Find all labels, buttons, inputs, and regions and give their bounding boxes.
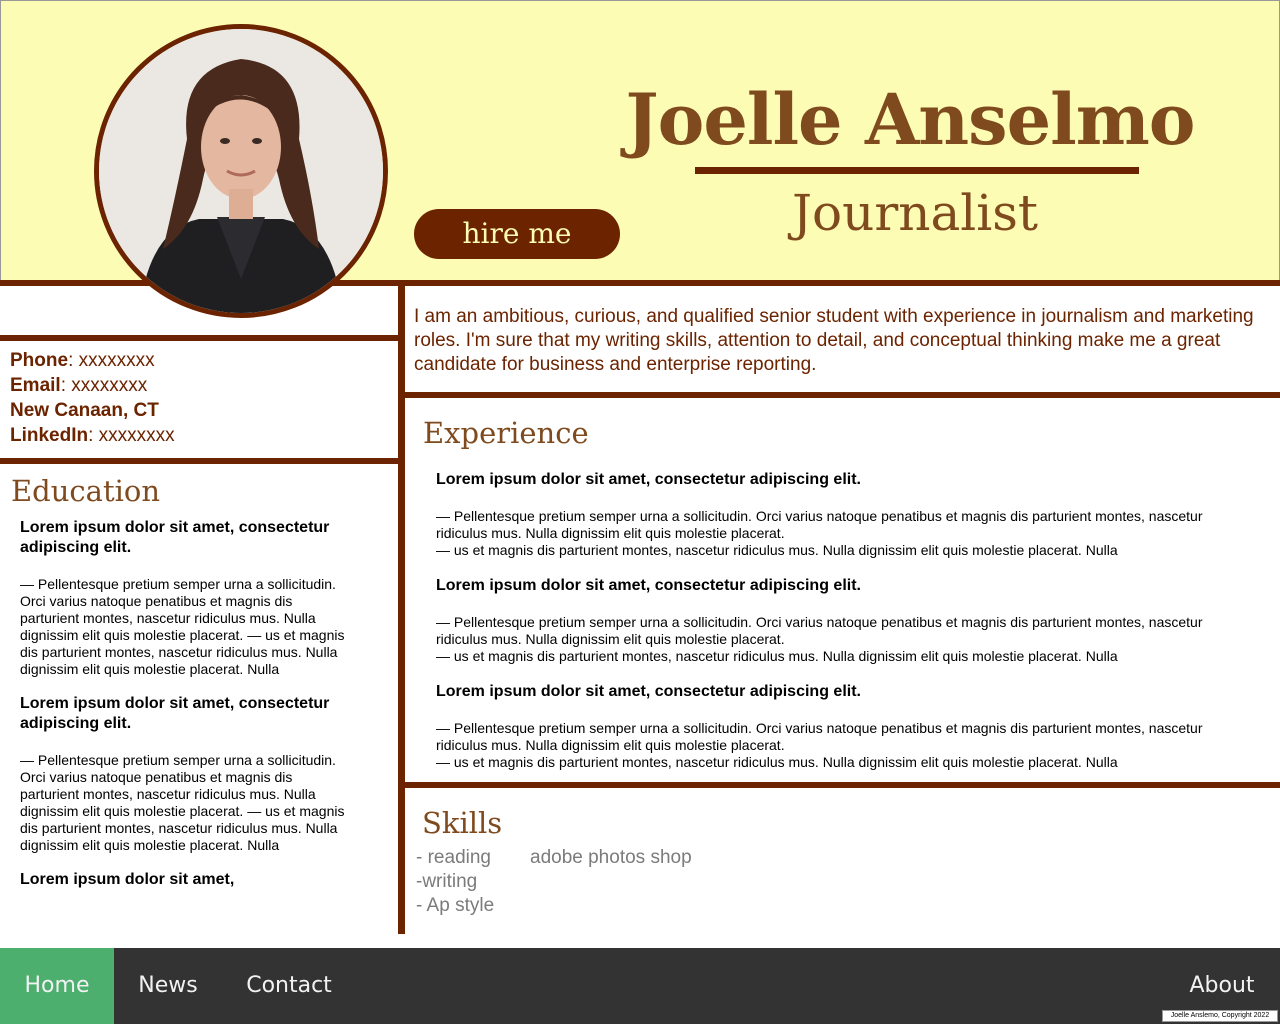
skill-item: - Ap style (416, 895, 495, 916)
email-value: : xxxxxxxx (60, 375, 148, 396)
experience-entry-line: — Pellentesque pretium semper urna a sol… (436, 720, 1203, 753)
experience-entry-title: Lorem ipsum dolor sit amet, consectetur … (436, 471, 861, 488)
divider (0, 335, 400, 341)
education-entry-title: Lorem ipsum dolor sit amet, consectetur … (20, 519, 330, 556)
experience-entry-body: — Pellentesque pretium semper urna a sol… (436, 508, 1236, 559)
experience-entry-line: — us et magnis dis parturient montes, na… (436, 648, 1118, 664)
education-entry-title: Lorem ipsum dolor sit amet, (20, 871, 235, 888)
phone-label: Phone (10, 350, 69, 371)
experience-entry-title: Lorem ipsum dolor sit amet, consectetur … (436, 683, 861, 700)
education-heading: Education (11, 474, 161, 508)
experience-entry-title: Lorem ipsum dolor sit amet, consectetur … (436, 577, 861, 594)
summary-text: I am an ambitious, curious, and qualifie… (414, 306, 1254, 375)
divider (403, 392, 1280, 398)
copyright-notice: Joelle Anslemo, Copyright 2022 (1162, 1010, 1278, 1022)
job-title: Journalist (792, 184, 1038, 242)
nav-contact[interactable]: Contact (232, 948, 346, 1024)
phone-value: : xxxxxxxx (68, 350, 155, 371)
email-label: Email (10, 375, 61, 396)
profile-photo (94, 24, 388, 318)
nav-home[interactable]: Home (0, 948, 114, 1024)
experience-heading: Experience (423, 416, 589, 450)
skills-list: - reading -writing - Ap style (416, 846, 494, 918)
education-entry-body: — Pellentesque pretium semper urna a sol… (20, 752, 345, 853)
location: New Canaan, CT (10, 400, 159, 421)
experience-entry-line: — us et magnis dis parturient montes, na… (436, 542, 1118, 558)
education-list: Lorem ipsum dolor sit amet, consectetur … (20, 518, 350, 928)
email-line: Email: xxxxxxxx (10, 373, 175, 398)
skill-item: -writing (416, 871, 478, 892)
skills-heading: Skills (422, 806, 503, 840)
linkedin-value: : xxxxxxxx (88, 425, 175, 446)
education-entry-body: — Pellentesque pretium semper urna a sol… (20, 576, 345, 677)
linkedin-line: LinkedIn: xxxxxxxx (10, 423, 175, 448)
phone-line: Phone: xxxxxxxx (10, 348, 175, 373)
location-line: New Canaan, CT (10, 398, 175, 423)
skill-item: - reading (416, 847, 491, 868)
education-entry-title: Lorem ipsum dolor sit amet, consectetur … (20, 695, 330, 732)
contact-info: Phone: xxxxxxxx Email: xxxxxxxx New Cana… (10, 348, 175, 448)
divider (0, 458, 400, 464)
experience-entry-line: — Pellentesque pretium semper urna a sol… (436, 508, 1203, 541)
experience-entry-line: — us et magnis dis parturient montes, na… (436, 754, 1118, 770)
column-divider (398, 284, 405, 934)
nav-news[interactable]: News (120, 948, 216, 1024)
name-underline (695, 167, 1139, 174)
experience-entry-line: — Pellentesque pretium semper urna a sol… (436, 614, 1203, 647)
experience-entry-body: — Pellentesque pretium semper urna a sol… (436, 614, 1236, 665)
experience-entry-body: — Pellentesque pretium semper urna a sol… (436, 720, 1236, 771)
hire-me-button[interactable]: hire me (414, 209, 620, 259)
experience-list: Lorem ipsum dolor sit amet, consectetur … (436, 470, 1236, 788)
skill-item-extra: adobe photos shop (530, 847, 692, 868)
page-title: Joelle Anselmo (625, 78, 1196, 161)
bottom-nav: Home News Contact About (0, 948, 1280, 1024)
linkedin-label: LinkedIn (10, 425, 89, 446)
